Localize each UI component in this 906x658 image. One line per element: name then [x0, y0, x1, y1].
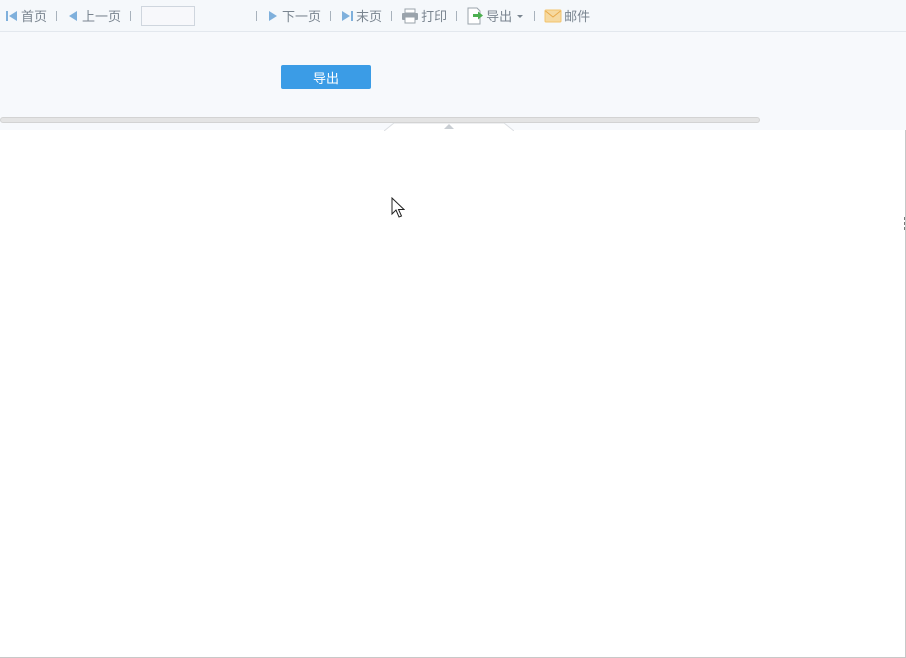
prev-page-icon	[69, 10, 78, 21]
printer-icon	[402, 8, 419, 23]
horizontal-scrollbar[interactable]	[0, 117, 760, 123]
prev-page-label: 上一页	[82, 10, 122, 25]
toolbar-separator	[56, 10, 58, 21]
collapse-panel-handle[interactable]	[384, 123, 514, 131]
last-page-button[interactable]: 末页	[340, 5, 382, 27]
mail-button[interactable]: 邮件	[544, 5, 590, 27]
caret-down-icon	[517, 14, 524, 18]
toolbar-separator	[534, 10, 536, 21]
print-button[interactable]: 打印	[401, 5, 447, 27]
export-menu-label: 导出	[486, 10, 513, 25]
toolbar-separator	[330, 10, 332, 21]
toolbar-separator	[456, 10, 458, 21]
toolbar-separator	[256, 10, 258, 21]
next-page-icon	[269, 10, 278, 21]
export-panel: 导出	[0, 32, 906, 131]
first-page-label: 首页	[21, 10, 48, 25]
mouse-cursor-icon	[391, 197, 405, 218]
export-icon	[467, 7, 484, 24]
last-page-label: 末页	[356, 10, 383, 25]
report-toolbar: 首页 上一页 下一页 末页 打印 导出 邮件	[0, 0, 906, 32]
next-page-button[interactable]: 下一页	[266, 5, 321, 27]
next-page-label: 下一页	[282, 10, 322, 25]
last-page-icon	[342, 10, 354, 21]
prev-page-button[interactable]: 上一页	[66, 5, 121, 27]
mail-label: 邮件	[564, 10, 591, 25]
page-number-input[interactable]	[141, 5, 196, 26]
first-page-icon	[6, 10, 17, 21]
toolbar-separator	[391, 10, 393, 21]
report-viewer: 首页 上一页 下一页 末页 打印 导出 邮件 导出	[0, 0, 906, 658]
export-menu-button[interactable]: 导出	[466, 5, 525, 27]
toolbar-separator	[130, 10, 132, 21]
first-page-button[interactable]: 首页	[5, 5, 47, 27]
print-label: 打印	[421, 10, 448, 25]
mail-icon	[544, 9, 562, 22]
export-button[interactable]: 导出	[281, 65, 371, 89]
